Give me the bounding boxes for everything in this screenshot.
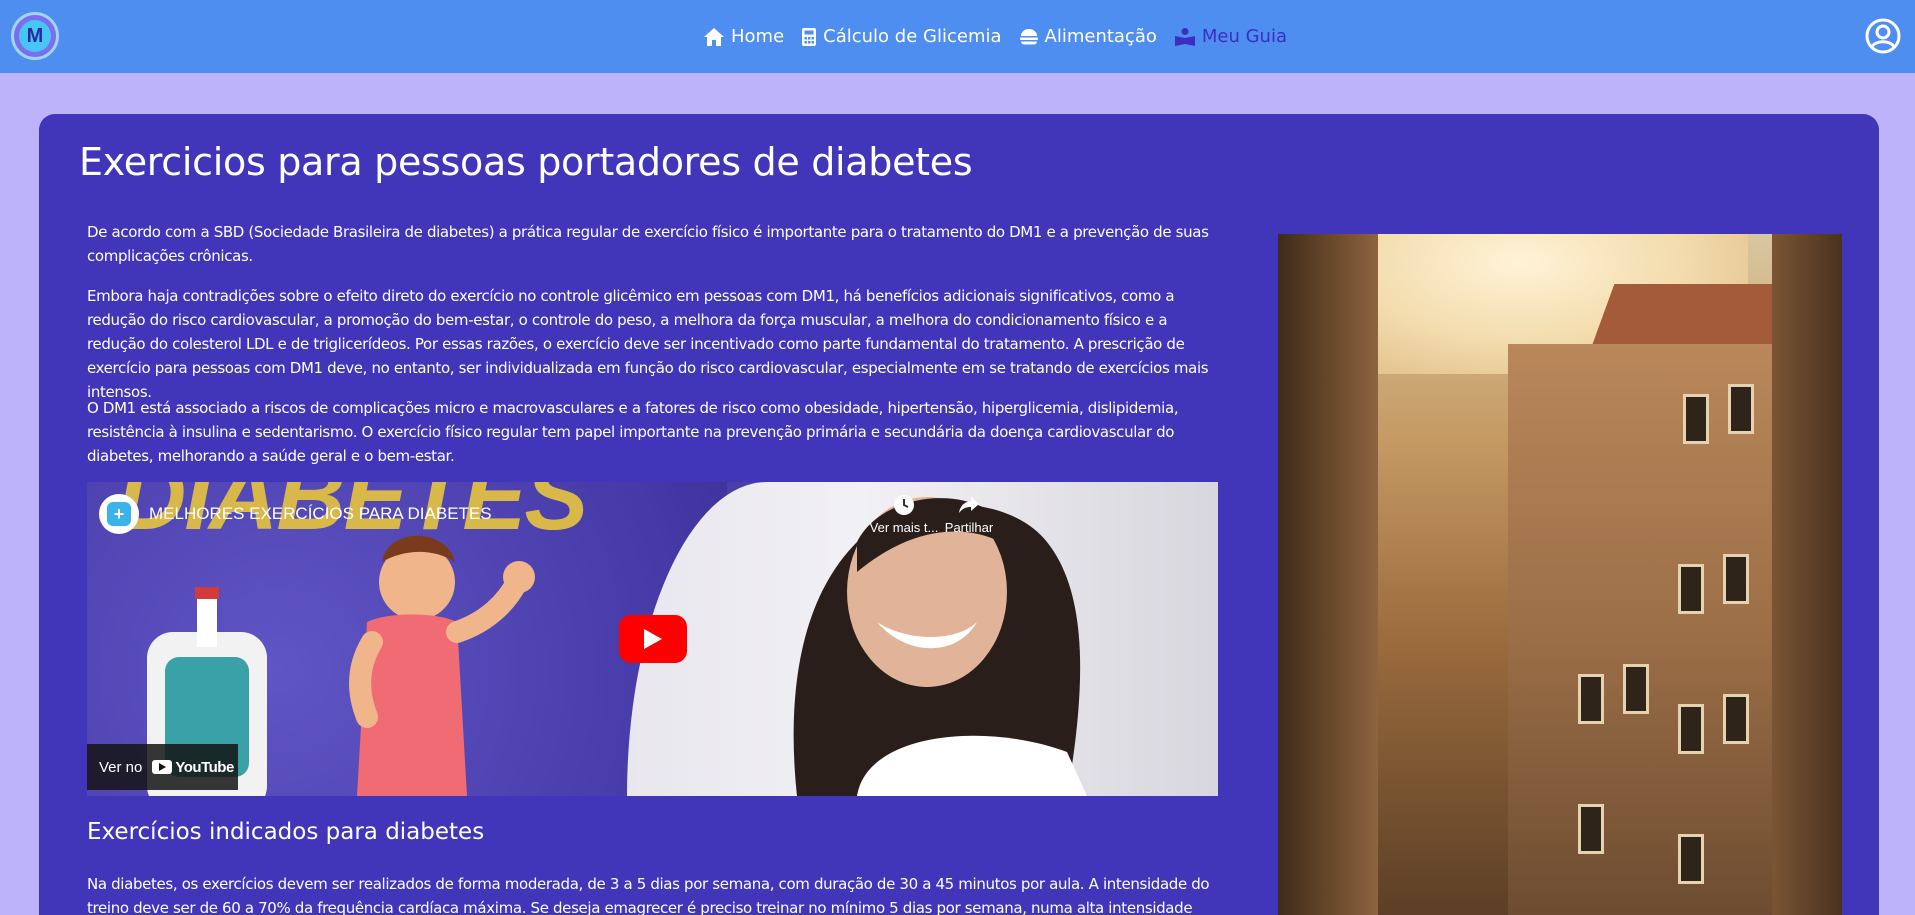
home-icon <box>704 27 724 46</box>
photo-window <box>1578 804 1604 854</box>
watch-on-label: Ver no <box>99 758 143 776</box>
app-logo[interactable]: M <box>11 12 59 60</box>
clock-icon <box>894 495 914 515</box>
nav-alimentacao-label: Alimentação <box>1044 26 1157 47</box>
logo-mark: M <box>19 20 51 52</box>
nav-home-label: Home <box>731 26 785 47</box>
photo-window <box>1678 564 1704 614</box>
nav-meu-guia-label: Meu Guia <box>1201 26 1287 47</box>
nav-links: Home Cálculo de Glicemia Alimentação Meu… <box>703 0 1304 73</box>
calculator-icon <box>802 27 817 46</box>
photo-right-building <box>1772 234 1842 915</box>
video-title[interactable]: MELHORES EXERCÍCIOS PARA DIABETES <box>149 504 492 524</box>
photo-left-building <box>1278 234 1378 915</box>
nav-meu-guia[interactable]: Meu Guia <box>1174 26 1287 47</box>
watch-on-youtube-button[interactable]: Ver no YouTube <box>87 744 238 790</box>
paragraph-1: De acordo com a SBD (Sociedade Brasileir… <box>87 223 1209 265</box>
photo-window <box>1623 664 1649 714</box>
photo-window <box>1723 554 1749 604</box>
play-button[interactable] <box>619 615 687 663</box>
food-icon <box>1019 28 1038 44</box>
photo-window <box>1723 694 1749 744</box>
channel-avatar[interactable]: + <box>99 494 139 534</box>
share-button[interactable]: Partilhar <box>934 494 1004 535</box>
watch-later-label: Ver mais t... <box>869 520 939 535</box>
youtube-video-embed[interactable]: DIABETES + MELHORES EXERCÍCIOS PARA DIAB… <box>87 482 1218 796</box>
photo-window <box>1683 394 1709 444</box>
channel-logo-icon: + <box>107 502 131 526</box>
nav-home[interactable]: Home <box>703 26 784 47</box>
navbar: M Home Cálculo de Glicemia Alimentação M… <box>0 0 1915 73</box>
nav-glicemia-label: Cálculo de Glicemia <box>823 26 1002 47</box>
guide-icon <box>1174 27 1195 46</box>
street-photo <box>1278 234 1842 915</box>
paragraph-3: O DM1 está associado a riscos de complic… <box>87 399 1179 465</box>
photo-window <box>1578 674 1604 724</box>
nav-alimentacao[interactable]: Alimentação <box>1019 26 1157 47</box>
user-profile-icon[interactable] <box>1865 18 1901 54</box>
watch-later-button[interactable]: Ver mais t... <box>869 494 939 535</box>
play-icon <box>644 629 662 649</box>
share-icon <box>959 497 979 513</box>
photo-window <box>1728 384 1754 434</box>
photo-window <box>1678 704 1704 754</box>
youtube-wordmark: YouTube <box>175 758 234 776</box>
youtube-logo: YouTube <box>152 758 234 776</box>
photo-window <box>1678 834 1704 884</box>
nav-glicemia[interactable]: Cálculo de Glicemia <box>801 26 1002 47</box>
paragraph-4: Na diabetes, os exercícios devem ser rea… <box>87 875 1210 915</box>
share-label: Partilhar <box>944 520 994 535</box>
section-subtitle: Exercícios indicados para diabetes <box>87 819 485 845</box>
youtube-play-icon <box>152 760 173 774</box>
paragraph-2: Embora haja contradições sobre o efeito … <box>87 287 1209 401</box>
page-title: Exercicios para pessoas portadores de di… <box>79 140 973 184</box>
